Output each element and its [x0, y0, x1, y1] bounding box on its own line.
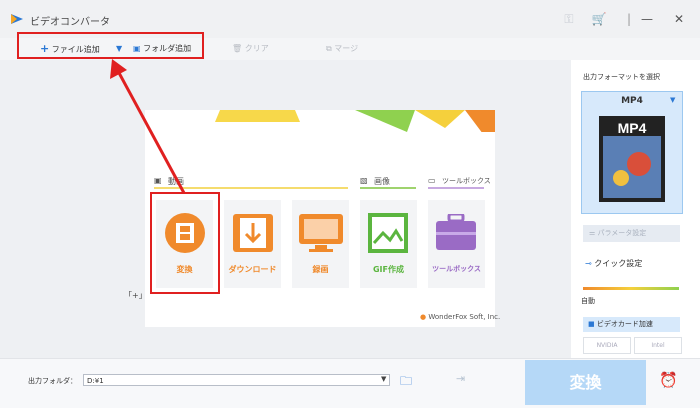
image-section-label: 画像: [374, 177, 390, 186]
wonderfox-logo-icon: ●: [420, 313, 427, 321]
tile-record[interactable]: 録画: [292, 200, 349, 288]
tile-label: 録画: [312, 265, 329, 274]
param-settings-label: パラメータ設定: [597, 229, 647, 237]
toolbox-section-icon: ▭: [428, 176, 436, 185]
checkbox-icon: ■: [588, 320, 595, 328]
brand-footer-text: WonderFox Soft, Inc.: [428, 313, 501, 321]
alarm-clock-icon[interactable]: ⏰: [659, 371, 678, 389]
tile-download[interactable]: ダウンロード: [224, 200, 281, 288]
download-icon: [233, 214, 273, 252]
toolbox-section-label: ツールボックス: [442, 177, 491, 185]
quality-slider[interactable]: [583, 287, 679, 290]
merge-label: マージ: [334, 44, 359, 53]
svg-text:MP4: MP4: [618, 120, 647, 136]
format-heading: 出力フォーマットを選択: [583, 73, 660, 81]
quick-settings-label: クイック設定: [594, 259, 643, 268]
key-icon[interactable]: ⚿: [558, 10, 580, 28]
minimize-button[interactable]: —: [636, 10, 658, 28]
tile-gif[interactable]: GIF作成: [360, 200, 417, 288]
nvidia-badge: NVIDIA: [583, 337, 631, 354]
convert-highlight-box: [150, 192, 220, 294]
tile-label: ダウンロード: [228, 265, 277, 274]
app-logo-icon: [11, 14, 23, 24]
auto-label: 自動: [581, 297, 595, 305]
format-selector[interactable]: MP4 ▼ MP4: [581, 91, 683, 214]
close-button[interactable]: ✕: [668, 10, 690, 28]
mp4-format-icon: MP4: [599, 116, 665, 202]
format-dropdown-icon: ▼: [670, 96, 676, 104]
tile-label: GIF作成: [372, 265, 404, 274]
export-icon[interactable]: ⇥: [456, 372, 465, 385]
intel-badge: Intel: [634, 337, 682, 354]
trash-icon: 🗑: [232, 44, 243, 53]
clear-label: クリア: [244, 44, 269, 53]
pointer-arrow-icon: [110, 59, 186, 194]
toolbox-icon: [436, 214, 476, 250]
convert-button[interactable]: 変換: [525, 360, 646, 405]
sliders-icon: ⚌: [589, 229, 596, 237]
quick-settings: ⊸ クイック設定: [585, 258, 642, 269]
merge-icon: ⧉: [326, 44, 332, 53]
brand-footer: ● WonderFox Soft, Inc.: [420, 313, 500, 321]
output-folder-label: 出力フォルダ：: [28, 377, 77, 385]
quick-settings-icon: ⊸: [585, 259, 592, 268]
gif-image-icon: [368, 213, 408, 253]
image-section-icon: ▧: [360, 176, 368, 185]
gpu-accel-toggle[interactable]: ■ ビデオカード加速: [583, 317, 680, 332]
path-dropdown-icon[interactable]: ▼: [381, 375, 386, 383]
app-title: ビデオコンバータ: [30, 17, 110, 28]
format-value: MP4: [621, 96, 643, 106]
merge-button[interactable]: ⧉ マージ: [326, 41, 358, 57]
gpu-accel-label: ビデオカード加速: [596, 320, 653, 328]
image-section-line: [360, 187, 416, 189]
cart-icon[interactable]: 🛒: [588, 10, 610, 28]
open-folder-icon[interactable]: 🗀: [400, 372, 412, 393]
tile-label: ツールボックス: [432, 265, 481, 273]
clear-button[interactable]: 🗑 クリア: [232, 41, 269, 57]
param-settings-button[interactable]: ⚌ パラメータ設定: [583, 225, 680, 242]
output-path-value: D:¥1: [87, 377, 104, 385]
output-path-input[interactable]: D:¥1: [83, 374, 390, 386]
record-screen-icon: [299, 214, 343, 252]
tile-toolbox[interactable]: ツールボックス: [428, 200, 485, 288]
toolbox-section-line: [428, 187, 484, 189]
